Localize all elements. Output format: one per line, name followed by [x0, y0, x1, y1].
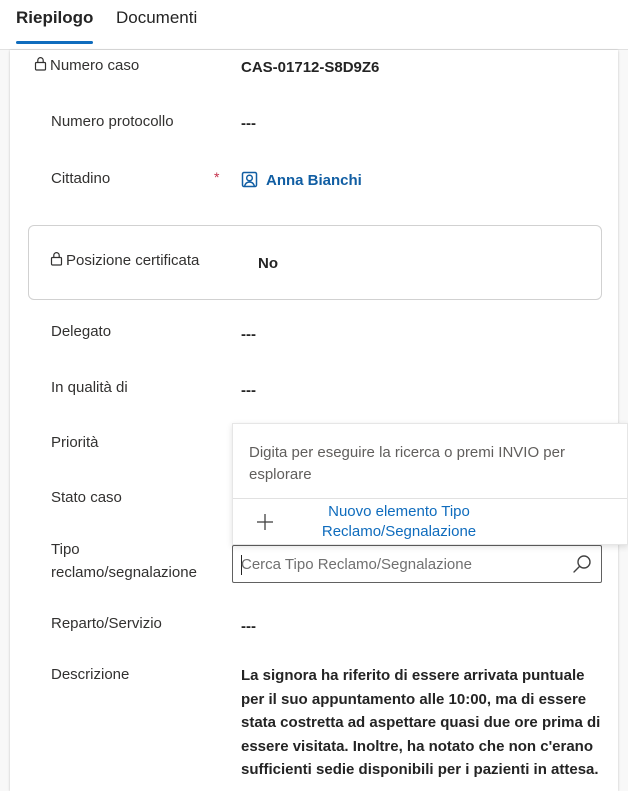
citizen-label: Cittadino	[51, 170, 111, 187]
department-value[interactable]: ---	[241, 616, 256, 638]
plus-icon	[257, 514, 273, 530]
search-icon[interactable]	[572, 554, 592, 574]
case-number-value: CAS-01712-S8D9Z6	[241, 59, 380, 76]
protocol-number-label: Numero protocollo	[51, 113, 174, 130]
complaint-type-label-line1: Tipo	[51, 541, 80, 558]
lock-icon	[34, 57, 47, 71]
lookup-hint-text: Digita per eseguire la ricerca o premi I…	[249, 444, 565, 483]
new-item-label-line1: Nuovo elemento Tipo	[328, 503, 470, 520]
certified-position-label: Posizione certificata	[50, 250, 199, 272]
complaint-type-lookup[interactable]	[232, 545, 602, 583]
citizen-link-text[interactable]: Anna Bianchi	[266, 172, 362, 189]
capacity-value[interactable]: ---	[241, 380, 256, 402]
lock-icon	[50, 252, 63, 266]
department-label: Reparto/Servizio	[51, 615, 162, 632]
tab-riepilogo[interactable]: Riepilogo	[16, 7, 94, 44]
priority-label: Priorità	[51, 434, 99, 451]
new-item-label[interactable]: Nuovo elemento Tipo Reclamo/Segnalazione	[311, 502, 487, 542]
capacity-label: In qualità di	[51, 379, 128, 396]
form-card: Numero caso CAS-01712-S8D9Z6 Numero prot…	[10, 50, 628, 791]
lookup-dropdown: Digita per eseguire la ricerca o premi I…	[232, 423, 628, 545]
case-number-label-text: Numero caso	[50, 57, 140, 74]
certified-position-label-text: Posizione certificata	[66, 252, 200, 269]
protocol-number-value[interactable]: ---	[241, 113, 256, 135]
complaint-type-label-line2: reclamo/segnalazione	[51, 564, 197, 581]
tab-bar: Riepilogo Documenti	[0, 0, 628, 50]
delegate-value[interactable]: ---	[241, 324, 256, 346]
description-label: Descrizione	[51, 666, 130, 683]
certified-position-value: No	[258, 255, 278, 272]
required-marker: *	[214, 169, 220, 185]
citizen-link[interactable]: Anna Bianchi	[241, 170, 362, 192]
case-number-label: Numero caso	[34, 55, 139, 77]
description-value[interactable]: La signora ha riferito di essere arrivat…	[241, 664, 611, 782]
contact-icon	[241, 171, 258, 188]
new-item-button[interactable]: Nuovo elemento Tipo Reclamo/Segnalazione	[233, 499, 627, 545]
case-status-label: Stato caso	[51, 489, 122, 506]
complaint-type-search-input[interactable]	[241, 550, 561, 578]
delegate-label: Delegato	[51, 323, 112, 340]
tab-documenti[interactable]: Documenti	[116, 7, 197, 43]
new-item-label-line2: Reclamo/Segnalazione	[321, 523, 477, 540]
